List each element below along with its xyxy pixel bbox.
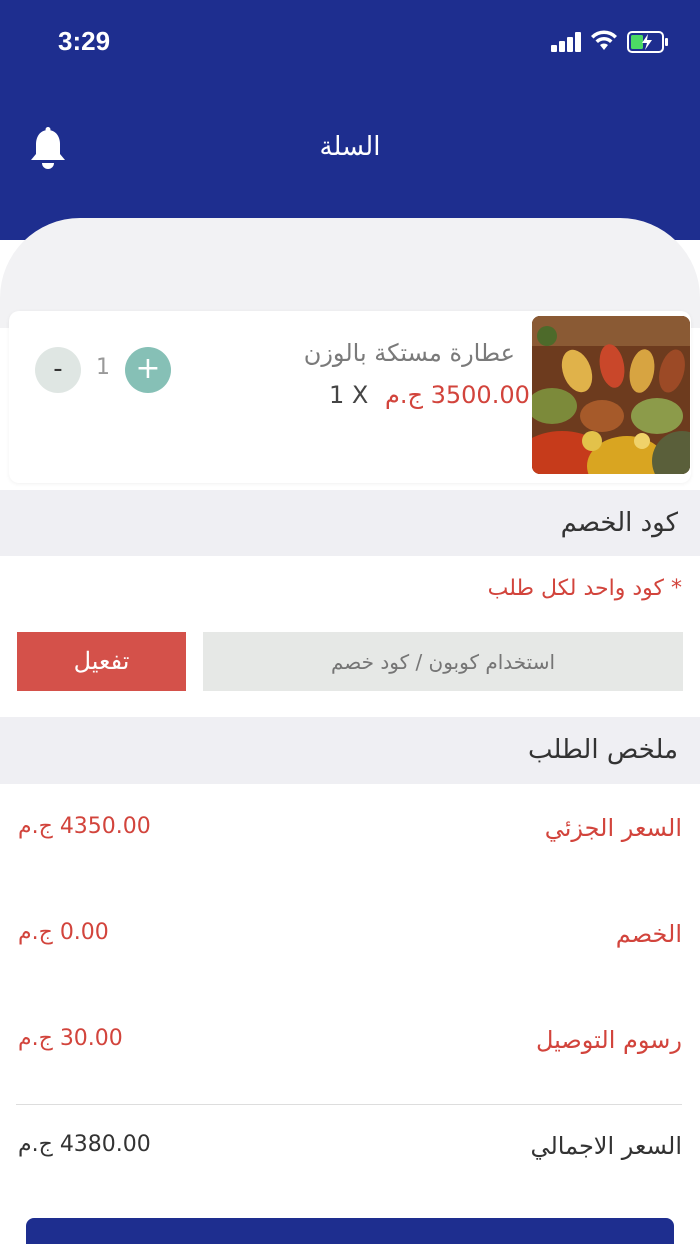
product-quantity-multiplier: 1 X xyxy=(329,381,369,409)
subtotal-label: السعر الجزئي xyxy=(544,814,682,842)
quantity-value: 1 xyxy=(96,355,110,380)
delivery-fee-label: رسوم التوصيل xyxy=(535,1026,682,1054)
increase-quantity-button[interactable]: + xyxy=(125,347,171,393)
discount-label: الخصم xyxy=(615,920,682,948)
subtotal-row: السعر الجزئي 4350.00 ج.م xyxy=(18,814,682,854)
delivery-fee-value: 30.00 ج.م xyxy=(18,1026,123,1051)
coupon-code-input[interactable] xyxy=(203,632,683,691)
delivery-fee-row: رسوم التوصيل 30.00 ج.م xyxy=(18,1026,682,1066)
product-name[interactable]: عطارة مستكة بالوزن xyxy=(304,339,515,367)
discount-section-title: كود الخصم xyxy=(560,508,678,538)
page-title: السلة xyxy=(319,132,381,162)
wifi-icon xyxy=(591,30,617,50)
signal-icon xyxy=(551,32,583,52)
battery-charging-icon xyxy=(627,31,668,53)
total-value: 4380.00 ج.م xyxy=(18,1132,151,1157)
coupon-note: * كود واحد لكل طلب xyxy=(487,576,682,601)
decrease-quantity-button[interactable]: - xyxy=(35,347,81,393)
activate-coupon-button[interactable]: تفعيل xyxy=(17,632,186,691)
order-summary-header: ملخص الطلب xyxy=(0,717,700,784)
product-image[interactable] xyxy=(532,316,690,474)
product-price: 3500.00 ج.م xyxy=(385,381,530,409)
subtotal-value: 4350.00 ج.م xyxy=(18,814,151,839)
discount-section-header: كود الخصم xyxy=(0,490,700,556)
status-bar: 3:29 xyxy=(0,0,700,90)
summary-divider xyxy=(16,1104,682,1105)
checkout-button[interactable] xyxy=(26,1218,674,1244)
total-row: السعر الاجمالي 4380.00 ج.م xyxy=(18,1132,682,1172)
discount-value: 0.00 ج.م xyxy=(18,920,109,945)
cart-item-card: عطارة مستكة بالوزن 3500.00 ج.م 1 X - 1 + xyxy=(9,311,691,483)
status-time: 3:29 xyxy=(58,26,111,56)
total-label: السعر الاجمالي xyxy=(530,1132,682,1160)
order-summary-title: ملخص الطلب xyxy=(527,735,678,765)
discount-row: الخصم 0.00 ج.م xyxy=(18,920,682,960)
